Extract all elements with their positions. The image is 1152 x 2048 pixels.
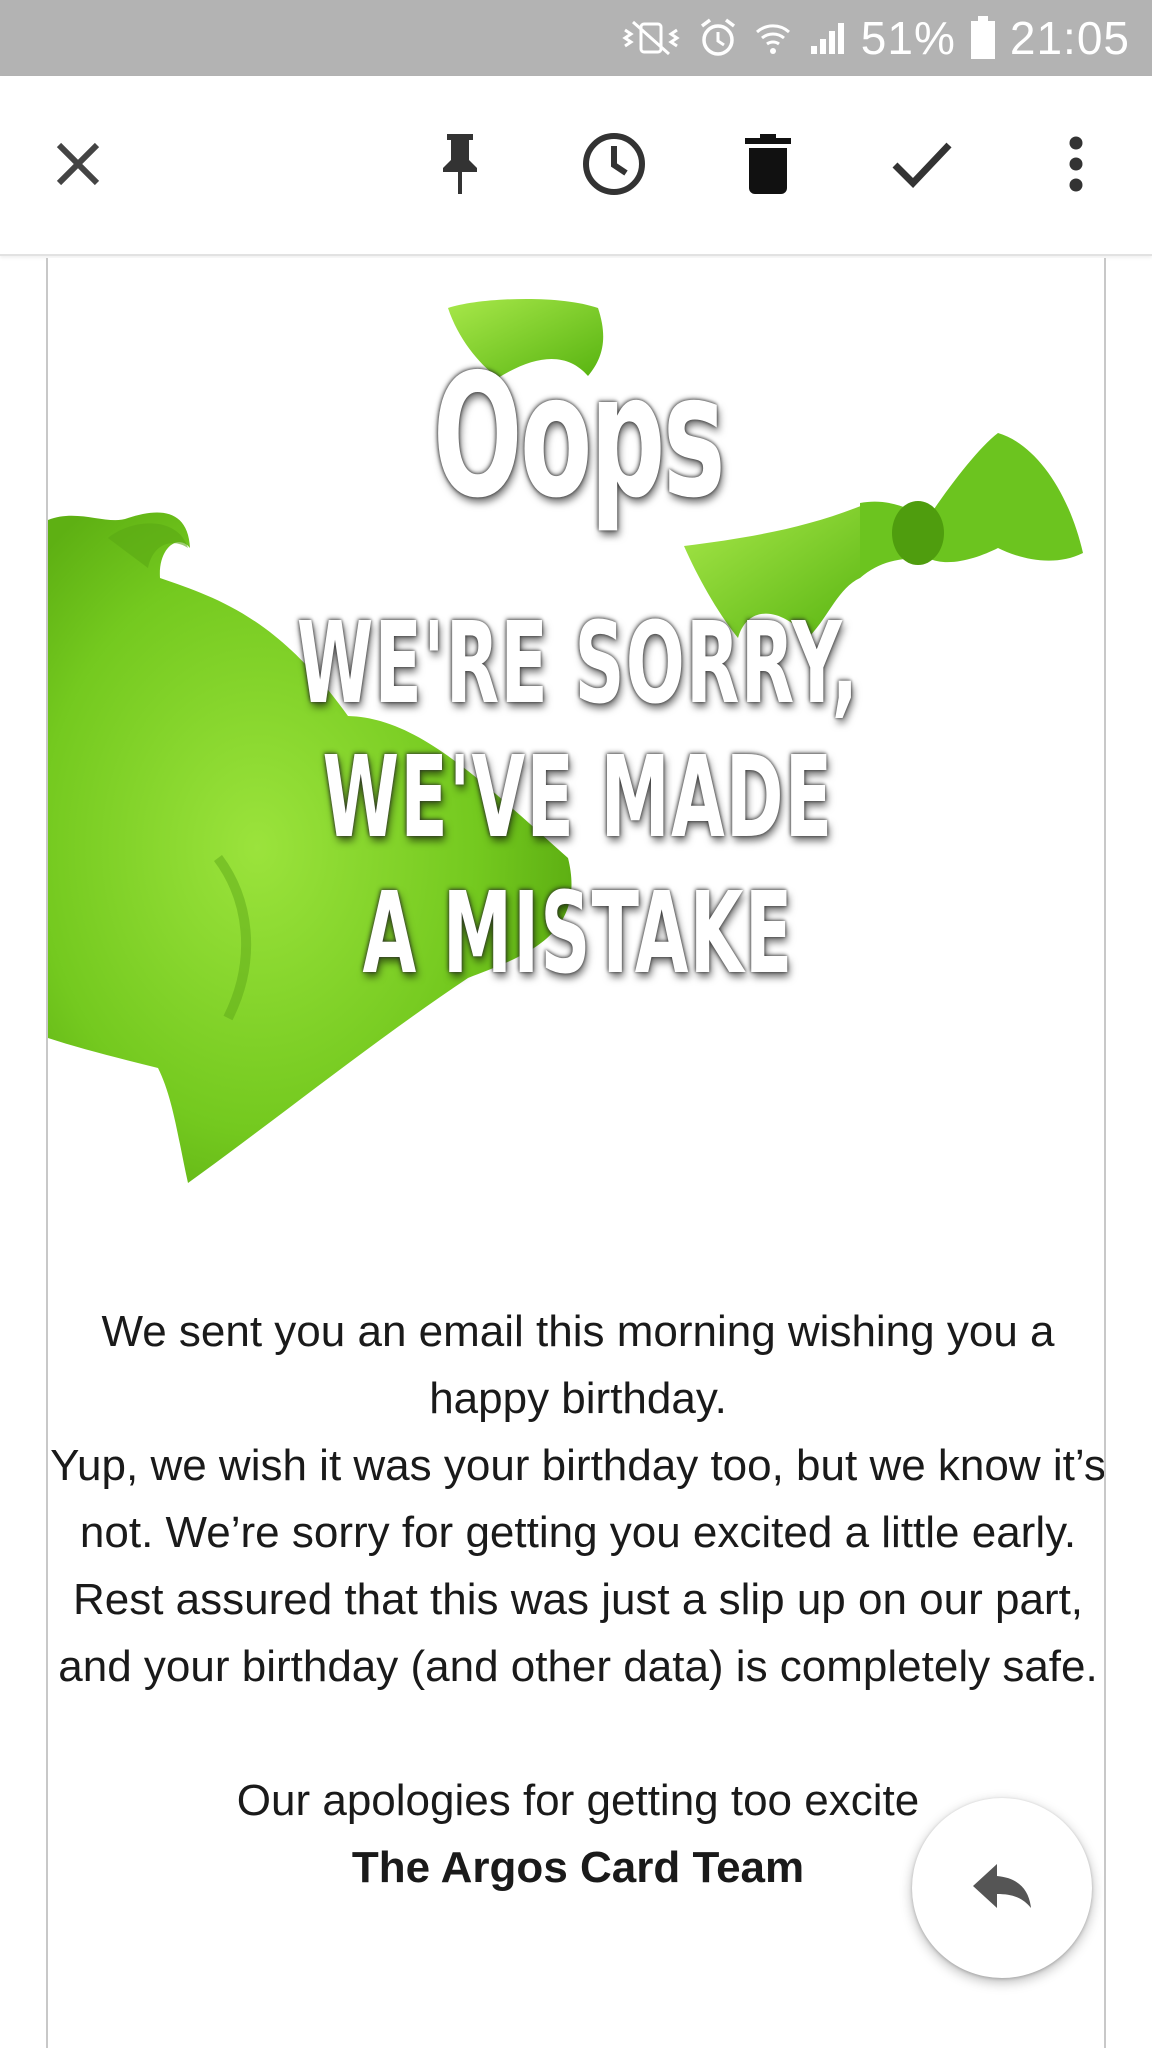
battery-percent: 51% bbox=[860, 12, 956, 64]
reply-button[interactable] bbox=[912, 1798, 1092, 1978]
delete-button[interactable] bbox=[728, 126, 808, 206]
email-body: Oops WE'RE SORRY, WE'VE MADE A MISTAKE W… bbox=[46, 258, 1106, 2048]
email-toolbar bbox=[0, 76, 1152, 256]
vibrate-mute-icon bbox=[619, 18, 683, 58]
pin-button[interactable] bbox=[420, 126, 500, 206]
reply-icon bbox=[971, 1862, 1033, 1915]
hero-headline-line3: A MISTAKE bbox=[362, 869, 794, 999]
clock-time: 21:05 bbox=[1009, 12, 1130, 64]
snooze-icon bbox=[581, 131, 647, 202]
message-paragraph-1: We sent you an email this morning wishin… bbox=[101, 1307, 1055, 1423]
status-bar: 51% 21:05 bbox=[0, 0, 1152, 76]
hero-banner: Oops WE'RE SORRY, WE'VE MADE A MISTAKE bbox=[48, 258, 1104, 1208]
delete-icon bbox=[745, 133, 791, 199]
done-icon bbox=[891, 139, 953, 194]
more-icon bbox=[1066, 136, 1086, 197]
snooze-button[interactable] bbox=[574, 126, 654, 206]
wifi-icon bbox=[753, 18, 793, 58]
battery-icon bbox=[970, 16, 996, 60]
hero-headline-line1: WE'RE SORRY, bbox=[296, 599, 860, 729]
hero-title: Oops bbox=[432, 338, 726, 536]
alarm-icon bbox=[697, 17, 739, 59]
more-options-button[interactable] bbox=[1036, 126, 1116, 206]
close-button[interactable] bbox=[38, 126, 118, 206]
pin-icon bbox=[435, 132, 485, 201]
done-button[interactable] bbox=[882, 126, 962, 206]
email-message: We sent you an email this morning wishin… bbox=[48, 1298, 1106, 1901]
close-icon bbox=[53, 139, 103, 194]
hero-headline-line2: WE'VE MADE bbox=[322, 733, 834, 863]
signal-icon bbox=[807, 18, 847, 58]
message-paragraph-2: Yup, we wish it was your birthday too, b… bbox=[50, 1441, 1106, 1691]
